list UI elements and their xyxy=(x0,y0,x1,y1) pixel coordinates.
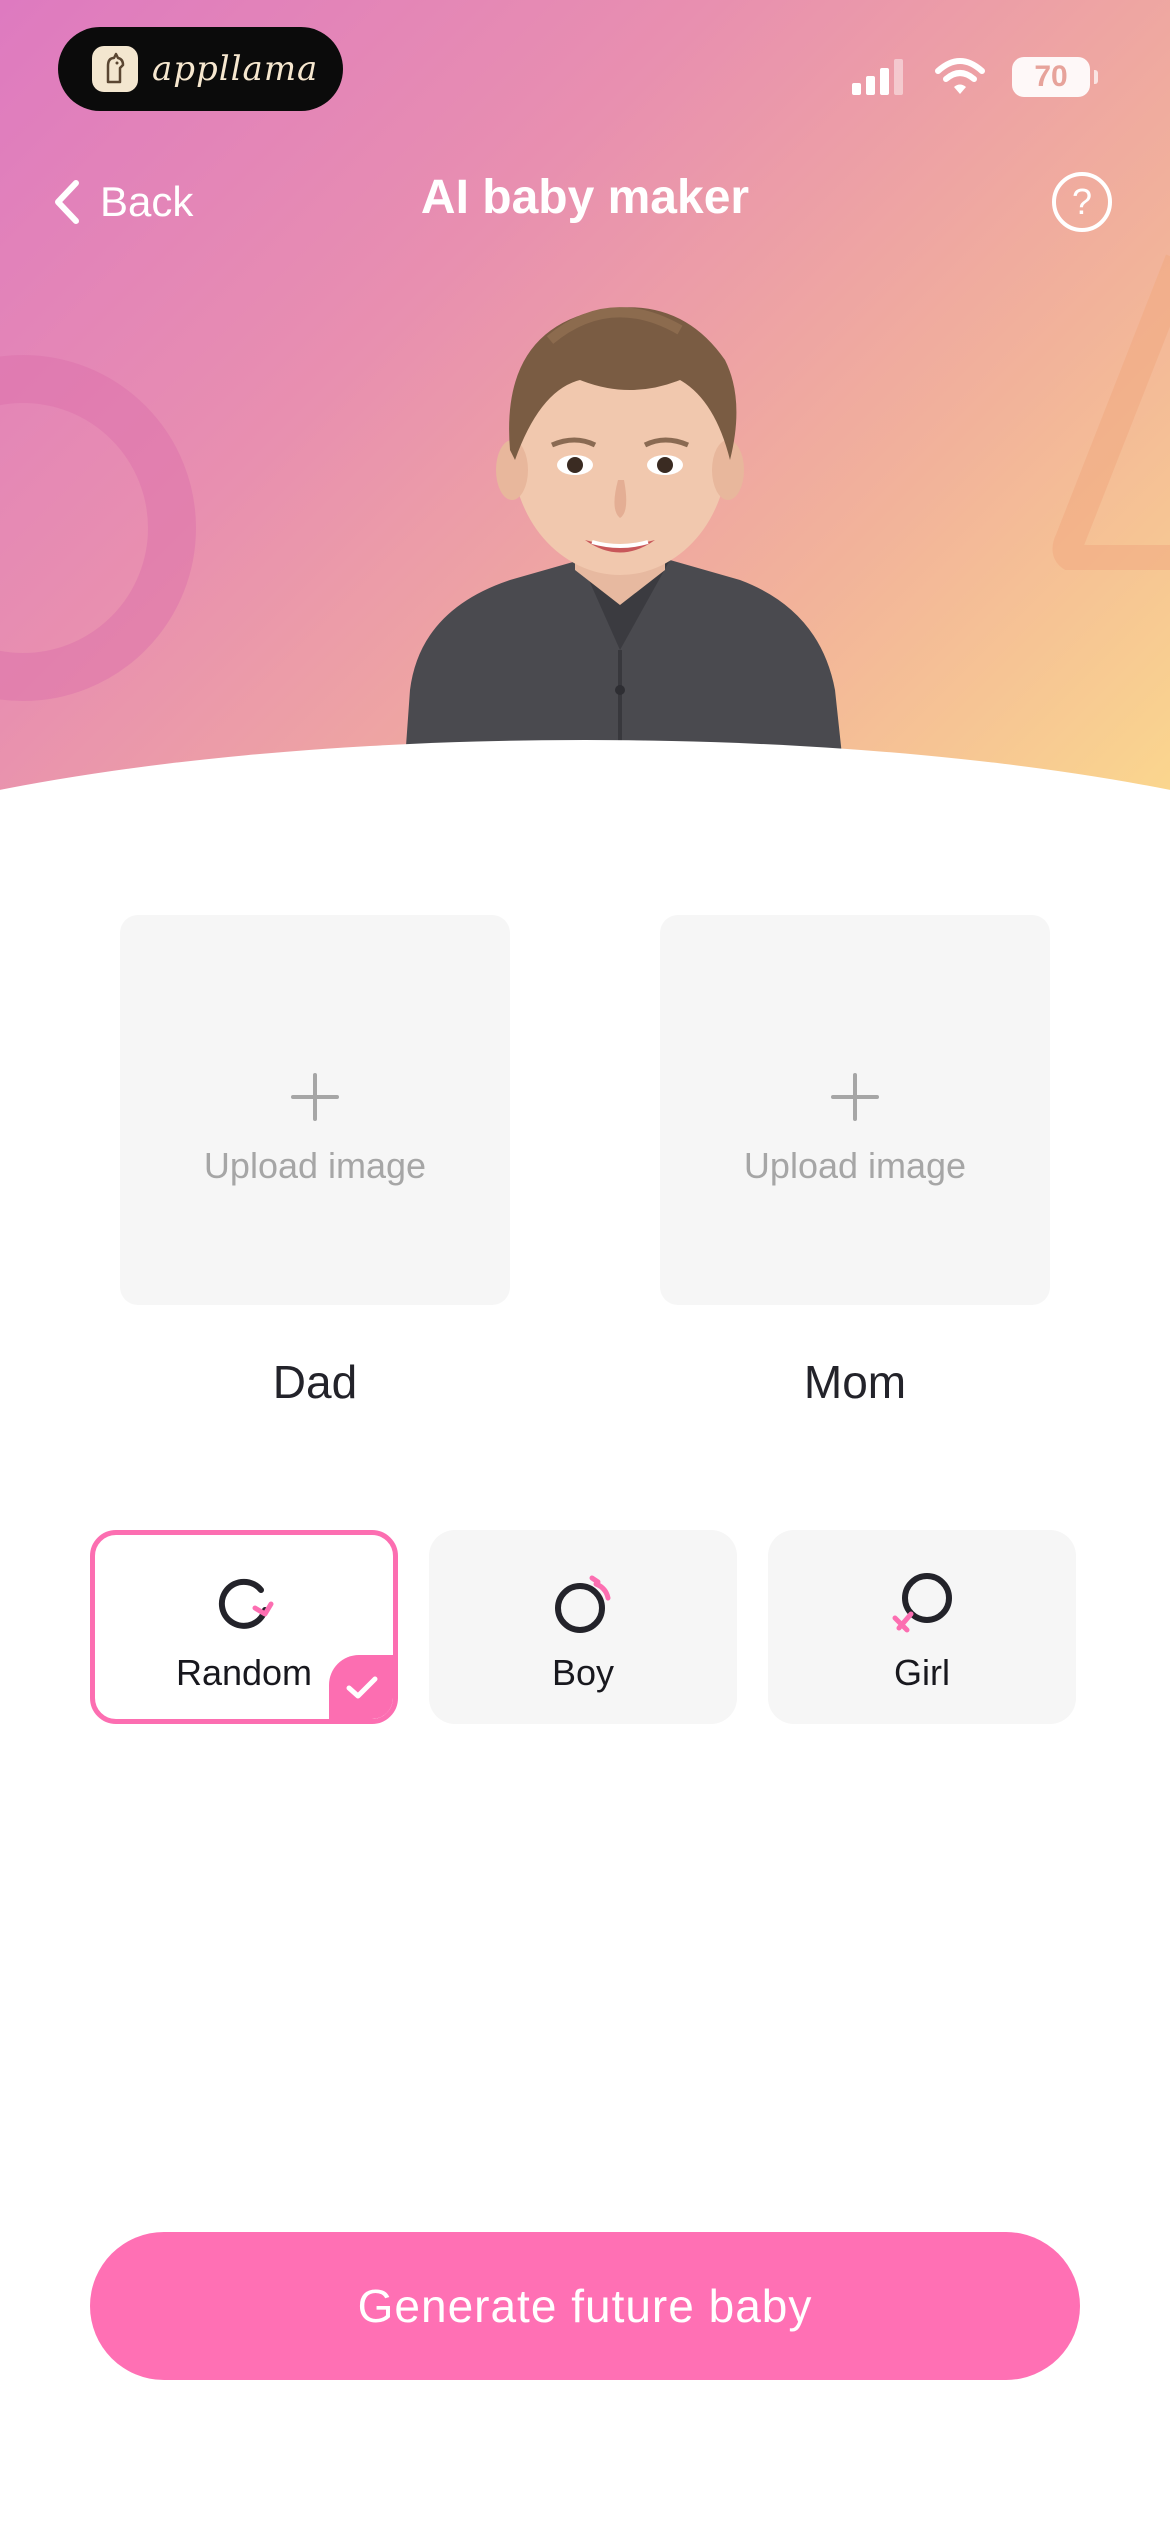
dad-label: Dad xyxy=(272,1356,358,1408)
gender-option-label: Boy xyxy=(551,1652,615,1693)
app-badge: appllama xyxy=(58,27,343,111)
cellular-signal-icon xyxy=(852,59,903,95)
refresh-icon xyxy=(218,1578,274,1629)
battery-level: 70 xyxy=(1034,60,1068,93)
decorative-ring xyxy=(0,355,196,701)
header-curve xyxy=(0,740,1170,840)
wifi-icon xyxy=(935,58,985,94)
help-icon: ? xyxy=(1071,181,1093,222)
status-indicators: 70 xyxy=(852,52,1098,102)
dad-upload-box[interactable]: Upload image xyxy=(120,915,510,1305)
plus-icon xyxy=(831,1073,879,1121)
mom-upload-box[interactable]: Upload image xyxy=(660,915,1050,1305)
gender-option-label: Girl xyxy=(894,1652,950,1693)
gender-option-label: Random xyxy=(175,1652,313,1693)
ai-baby-maker-screen: appllama 70 Back AI baby maker ? Upload … xyxy=(0,0,1170,2532)
app-badge-label: appllama xyxy=(152,49,319,89)
decorative-triangle xyxy=(1052,254,1170,570)
upload-image-label: Upload image xyxy=(203,1145,427,1186)
plus-icon xyxy=(291,1073,339,1121)
header-banner xyxy=(0,0,1170,840)
upload-image-label: Upload image xyxy=(743,1145,967,1186)
generate-future-baby-button[interactable]: Generate future baby xyxy=(90,2232,1080,2380)
male-icon xyxy=(555,1575,611,1633)
gender-option-boy[interactable]: Boy xyxy=(429,1530,737,1724)
page-title: AI baby maker xyxy=(420,171,750,224)
llama-logo-icon xyxy=(92,46,138,92)
mom-label: Mom xyxy=(803,1356,907,1408)
gender-option-girl[interactable]: Girl xyxy=(768,1530,1076,1724)
gender-option-random[interactable]: Random xyxy=(90,1530,398,1724)
battery-indicator: 70 xyxy=(1012,57,1098,97)
selected-check-icon xyxy=(329,1655,393,1719)
female-icon xyxy=(892,1573,952,1633)
generate-button-label: Generate future baby xyxy=(357,2280,813,2332)
help-button[interactable]: ? xyxy=(1052,172,1112,232)
